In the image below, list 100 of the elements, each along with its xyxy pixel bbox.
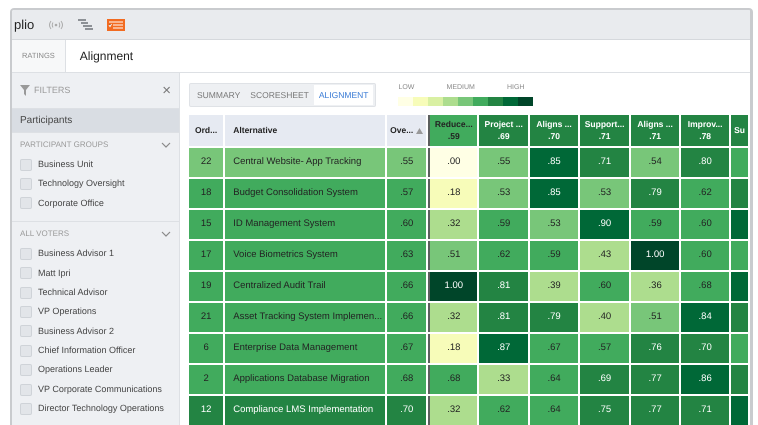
table-cell: .87: [479, 334, 528, 363]
table-cell: .60: [580, 272, 630, 301]
table-cell: .75: [580, 396, 630, 425]
checkbox[interactable]: [20, 364, 32, 376]
tab[interactable]: SCORESHEET: [245, 85, 314, 105]
checkbox-label: Operations Leader: [38, 363, 113, 376]
table-cell: .57: [580, 334, 630, 363]
filters-label: FILTERS: [20, 84, 70, 98]
checkbox[interactable]: [20, 197, 32, 210]
column-header[interactable]: Support... .71: [580, 115, 630, 146]
table-cell: .32: [428, 303, 478, 332]
table-cell: .64: [530, 396, 578, 425]
table-cell: .55: [479, 148, 528, 177]
funnel-icon: [20, 85, 30, 96]
table-cell: 22: [189, 148, 224, 177]
checkbox-label: Director Technology Operations: [38, 402, 164, 416]
table-cell: .36: [631, 272, 680, 301]
table-cell: .32: [428, 210, 478, 239]
table-cell: .64: [530, 365, 578, 394]
group-title: ALL VOTERS: [20, 228, 70, 240]
checkbox[interactable]: [20, 384, 32, 396]
checkbox-label: VP Corporate Communications: [38, 382, 162, 396]
sort-ascending-icon[interactable]: [416, 128, 424, 134]
checkbox[interactable]: [20, 344, 32, 357]
checkbox[interactable]: [20, 178, 32, 190]
table-cell: Budget Consolidation System: [225, 179, 386, 208]
table-cell: .59: [631, 210, 680, 239]
checkbox[interactable]: [20, 158, 32, 171]
table-cell: .70: [387, 396, 426, 425]
table-cell: Central Website- App Tracking: [225, 148, 386, 177]
table-cell: .53: [580, 179, 630, 208]
column-header[interactable]: Ove...: [387, 115, 426, 146]
table-cell: Asset Tracking System Implemen...: [225, 303, 386, 332]
table-cell: .66: [387, 303, 426, 332]
table-cell: 6: [189, 334, 224, 363]
table-cell: .70: [681, 334, 730, 363]
table-cell: .90: [580, 210, 630, 239]
table-cell: .18: [428, 179, 478, 208]
table-cell: .81: [479, 272, 528, 301]
table-cell: Voice Biometrics System: [225, 241, 386, 270]
checkbox[interactable]: [20, 306, 32, 318]
table-cell: .79: [631, 179, 680, 208]
table-cell: 2: [189, 365, 224, 394]
table-cell: 12: [189, 396, 224, 425]
tab[interactable]: ALIGNMENT: [314, 85, 374, 105]
broadcast-icon[interactable]: [48, 20, 64, 30]
checkbox[interactable]: [20, 402, 32, 415]
table-cell: .76: [631, 334, 680, 363]
column-header[interactable]: Alternative: [225, 115, 386, 146]
chevron-down-icon[interactable]: [161, 231, 171, 238]
table-cell: 17: [189, 241, 224, 270]
table-cell: .43: [580, 241, 630, 270]
table-cell: .60: [681, 241, 730, 270]
table-cell: .79: [530, 303, 578, 332]
table-cell: .51: [428, 241, 478, 270]
table-cell: Centralized Audit Trail: [225, 272, 386, 301]
column-header[interactable]: Aligns ... .70: [530, 115, 578, 146]
table-cell: ID Management System: [225, 210, 386, 239]
column-header[interactable]: Su: [731, 115, 748, 146]
checkbox-label: Corporate Office: [38, 196, 104, 210]
table-cell: .68: [387, 365, 426, 394]
column-header[interactable]: Project ... .69: [479, 115, 528, 146]
checkbox-label: Technology Oversight: [38, 177, 125, 190]
list-icon[interactable]: [107, 18, 126, 30]
column-header[interactable]: Aligns ... .71: [631, 115, 680, 146]
table-cell: .60: [681, 210, 730, 239]
column-header[interactable]: Reduce... .59: [428, 115, 478, 146]
table-cell: 1.00: [631, 241, 680, 270]
table-cell: .18: [428, 334, 478, 363]
checkbox[interactable]: [20, 325, 32, 338]
table-cell: .53: [479, 179, 528, 208]
table-cell: 18: [189, 179, 224, 208]
table-cell: .39: [530, 272, 578, 301]
stacked-bars-icon[interactable]: [78, 19, 94, 30]
table-cell: .53: [530, 210, 578, 239]
table-cell: .81: [479, 303, 528, 332]
checkbox-label: Matt Ipri: [38, 266, 71, 280]
page-title: Alignment: [78, 48, 134, 65]
table-cell: .71: [681, 396, 730, 425]
table-cell: .32: [428, 396, 478, 425]
participants-item[interactable]: Participants: [12, 108, 179, 133]
table-cell: .85: [530, 179, 578, 208]
checkbox-label: Business Advisor 1: [38, 247, 114, 260]
checkbox-label: VP Operations: [38, 305, 96, 318]
tab[interactable]: SUMMARY: [192, 85, 246, 105]
table-cell: Enterprise Data Management: [225, 334, 386, 363]
chevron-down-icon[interactable]: [161, 142, 171, 148]
checkbox-label: Technical Advisor: [38, 286, 108, 299]
table-cell: .68: [428, 365, 478, 394]
table-cell: .67: [530, 334, 578, 363]
checkbox[interactable]: [20, 286, 32, 299]
column-header[interactable]: Improv... .78: [681, 115, 730, 146]
checkbox-label: Business Unit: [38, 158, 94, 171]
table-cell: Applications Database Migration: [225, 365, 386, 394]
column-header[interactable]: Ord...: [189, 115, 224, 146]
table-cell: .51: [631, 303, 680, 332]
checkbox[interactable]: [20, 267, 32, 280]
close-button[interactable]: ×: [162, 83, 171, 98]
table-cell: .85: [530, 148, 578, 177]
checkbox[interactable]: [20, 248, 32, 260]
